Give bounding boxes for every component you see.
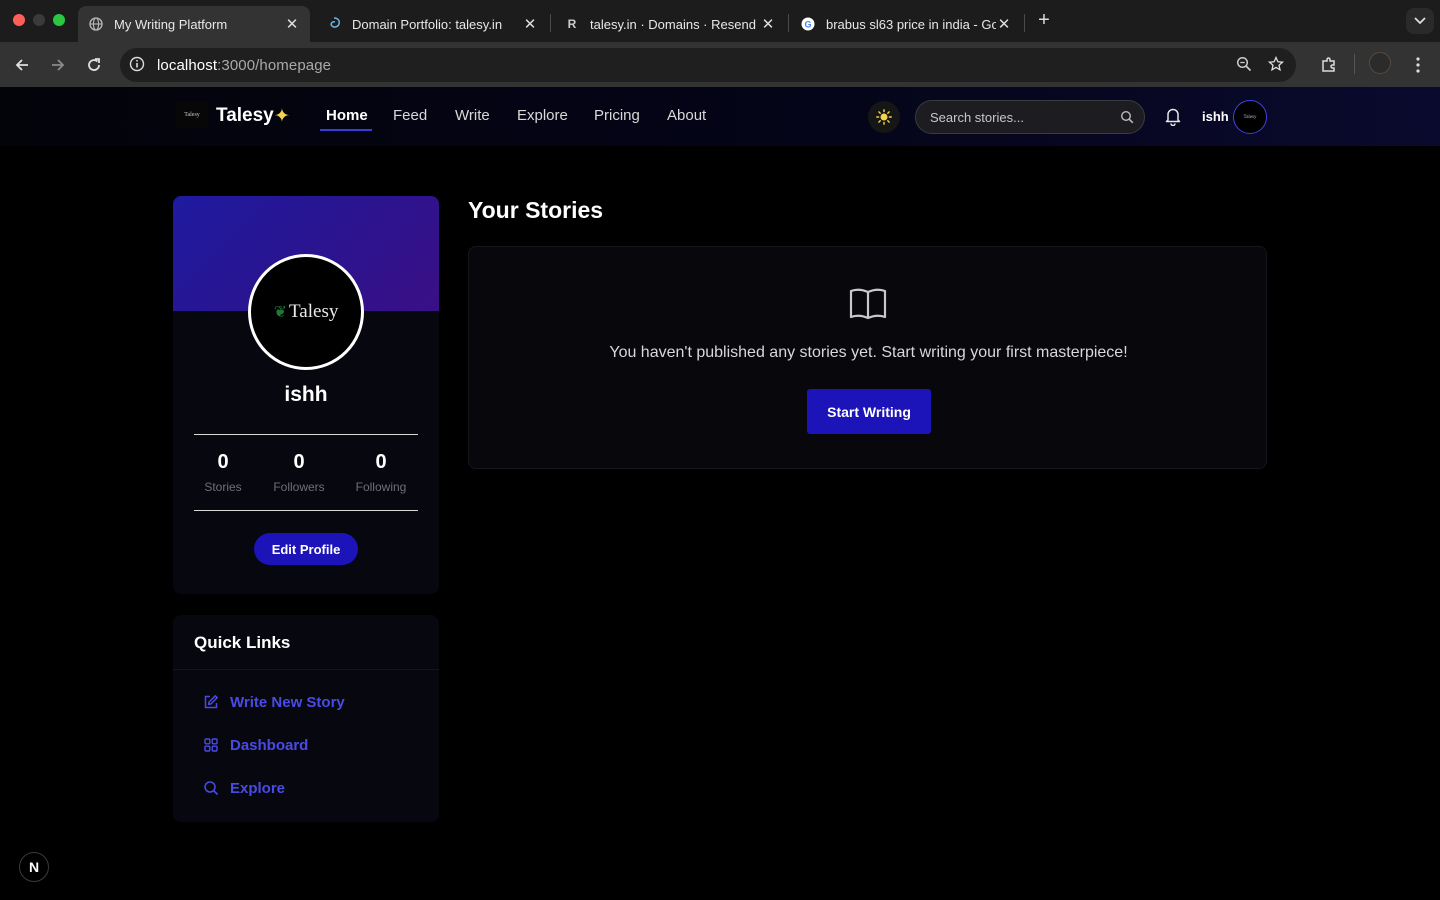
tab-title: talesy.in · Domains · Resend — [590, 16, 756, 32]
reload-button[interactable] — [82, 53, 106, 77]
grid-icon — [202, 736, 220, 754]
search-bar — [915, 100, 1145, 134]
tab-title: brabus sl63 price in india - Go — [826, 16, 996, 32]
swirl-icon — [326, 16, 342, 32]
address-bar[interactable]: localhost:3000/homepage — [120, 48, 1296, 82]
divider — [194, 434, 418, 435]
browser-tab[interactable]: G brabus sl63 price in india - Go ✕ — [790, 6, 1022, 42]
arrow-right-icon — [52, 59, 65, 71]
tab-title: Domain Portfolio: talesy.in — [352, 16, 503, 32]
search-icon[interactable] — [1120, 110, 1134, 129]
quick-link-label: Explore — [230, 779, 286, 797]
window-controls — [13, 14, 65, 26]
extensions-button[interactable] — [1317, 53, 1341, 77]
book-open-icon — [849, 287, 887, 326]
browser-profile-avatar[interactable] — [1369, 52, 1391, 74]
stat-value: 0 — [293, 451, 305, 473]
tab-search-button[interactable] — [1406, 8, 1434, 34]
resend-icon: R — [567, 17, 577, 31]
quick-links-card: Quick Links Write New Story Dashboard Ex… — [173, 615, 439, 822]
stories-heading: Your Stories — [468, 197, 604, 223]
nav-active-indicator — [320, 129, 372, 131]
stat-following[interactable]: 0 Following — [348, 451, 414, 494]
start-writing-button[interactable]: Start Writing — [807, 389, 931, 434]
nav-write[interactable]: Write — [455, 107, 490, 124]
search-icon — [202, 779, 220, 797]
leaf-icon: ❦ — [273, 304, 288, 321]
puzzle-icon — [1322, 57, 1335, 72]
logo[interactable]: Talesy — [176, 102, 208, 128]
profile-name: ishh — [284, 383, 328, 406]
empty-message: You haven't published any stories yet. S… — [609, 344, 1128, 361]
quick-link-explore[interactable]: Explore — [202, 779, 285, 797]
chevron-down-icon — [1414, 17, 1426, 25]
nav-about[interactable]: About — [667, 107, 706, 124]
nav-feed[interactable]: Feed — [393, 107, 427, 124]
close-tab-icon[interactable]: ✕ — [996, 15, 1012, 33]
globe-icon — [88, 16, 104, 32]
stat-label: Following — [355, 480, 407, 494]
forward-button[interactable] — [46, 53, 70, 77]
stat-label: Stories — [204, 480, 242, 494]
quick-links-title: Quick Links — [194, 633, 291, 652]
user-avatar[interactable]: Talesy — [1233, 100, 1267, 134]
header-username[interactable]: ishh — [1202, 109, 1229, 124]
close-window-button[interactable] — [13, 14, 25, 26]
edit-profile-button[interactable]: Edit Profile — [254, 533, 358, 565]
nav-pricing[interactable]: Pricing — [594, 107, 640, 124]
browser-tab[interactable]: R talesy.in · Domains · Resend ✕ — [554, 6, 786, 42]
browser-tab[interactable]: My Writing Platform ✕ — [78, 6, 310, 42]
close-tab-icon[interactable]: ✕ — [284, 15, 300, 33]
dev-tools-badge[interactable]: N — [19, 852, 49, 882]
quick-link-label: Write New Story — [230, 693, 345, 711]
stat-value: 0 — [217, 451, 229, 473]
divider — [194, 510, 418, 511]
notifications-bell-icon[interactable] — [1164, 106, 1182, 131]
search-input[interactable] — [930, 108, 1110, 126]
browser-tab-bar: My Writing Platform ✕ Domain Portfolio: … — [0, 0, 1440, 42]
quick-link-label: Dashboard — [230, 736, 309, 754]
profile-card: ❦ Talesy ishh 0 Stories 0 Followers 0 Fo… — [173, 196, 439, 594]
close-tab-icon[interactable]: ✕ — [522, 15, 538, 33]
theme-toggle-button[interactable] — [868, 101, 900, 133]
back-button[interactable] — [10, 53, 34, 77]
avatar-logo-text: Talesy — [289, 301, 339, 322]
stat-label: Followers — [273, 480, 325, 494]
kebab-menu-icon — [1416, 57, 1420, 73]
new-tab-button[interactable]: + — [1032, 10, 1056, 32]
site-info-icon[interactable] — [129, 56, 145, 77]
quick-link-dashboard[interactable]: Dashboard — [202, 736, 308, 754]
minimize-window-button[interactable] — [33, 14, 45, 26]
svg-text:G: G — [804, 20, 811, 30]
url-text: localhost:3000/homepage — [157, 57, 332, 74]
arrow-left-icon — [15, 59, 28, 71]
close-tab-icon[interactable]: ✕ — [760, 15, 776, 33]
stat-value: 0 — [375, 451, 387, 473]
stat-stories[interactable]: 0 Stories — [198, 451, 248, 494]
browser-toolbar: localhost:3000/homepage — [0, 42, 1440, 87]
profile-avatar: ❦ Talesy — [248, 254, 364, 370]
divider — [173, 669, 439, 670]
stories-empty-state: You haven't published any stories yet. S… — [468, 246, 1267, 469]
browser-tab[interactable]: Domain Portfolio: talesy.in ✕ — [316, 6, 548, 42]
stat-followers[interactable]: 0 Followers — [265, 451, 333, 494]
nav-explore[interactable]: Explore — [517, 107, 568, 124]
sun-icon — [876, 109, 892, 125]
zoom-icon[interactable] — [1236, 56, 1252, 77]
brand-name[interactable]: Talesy — [216, 105, 274, 127]
reload-icon — [88, 58, 100, 71]
maximize-window-button[interactable] — [53, 14, 65, 26]
edit-icon — [202, 693, 220, 711]
browser-menu-button[interactable] — [1406, 53, 1430, 77]
google-icon: G — [800, 16, 816, 32]
site-header: Talesy Talesy ✦ Home Feed Write Explore … — [0, 87, 1440, 146]
nav-home[interactable]: Home — [326, 107, 368, 124]
quick-link-write-new-story[interactable]: Write New Story — [202, 693, 345, 711]
tab-title: My Writing Platform — [114, 16, 228, 32]
bookmark-star-icon[interactable] — [1267, 55, 1285, 77]
sparkle-icon: ✦ — [274, 106, 290, 127]
